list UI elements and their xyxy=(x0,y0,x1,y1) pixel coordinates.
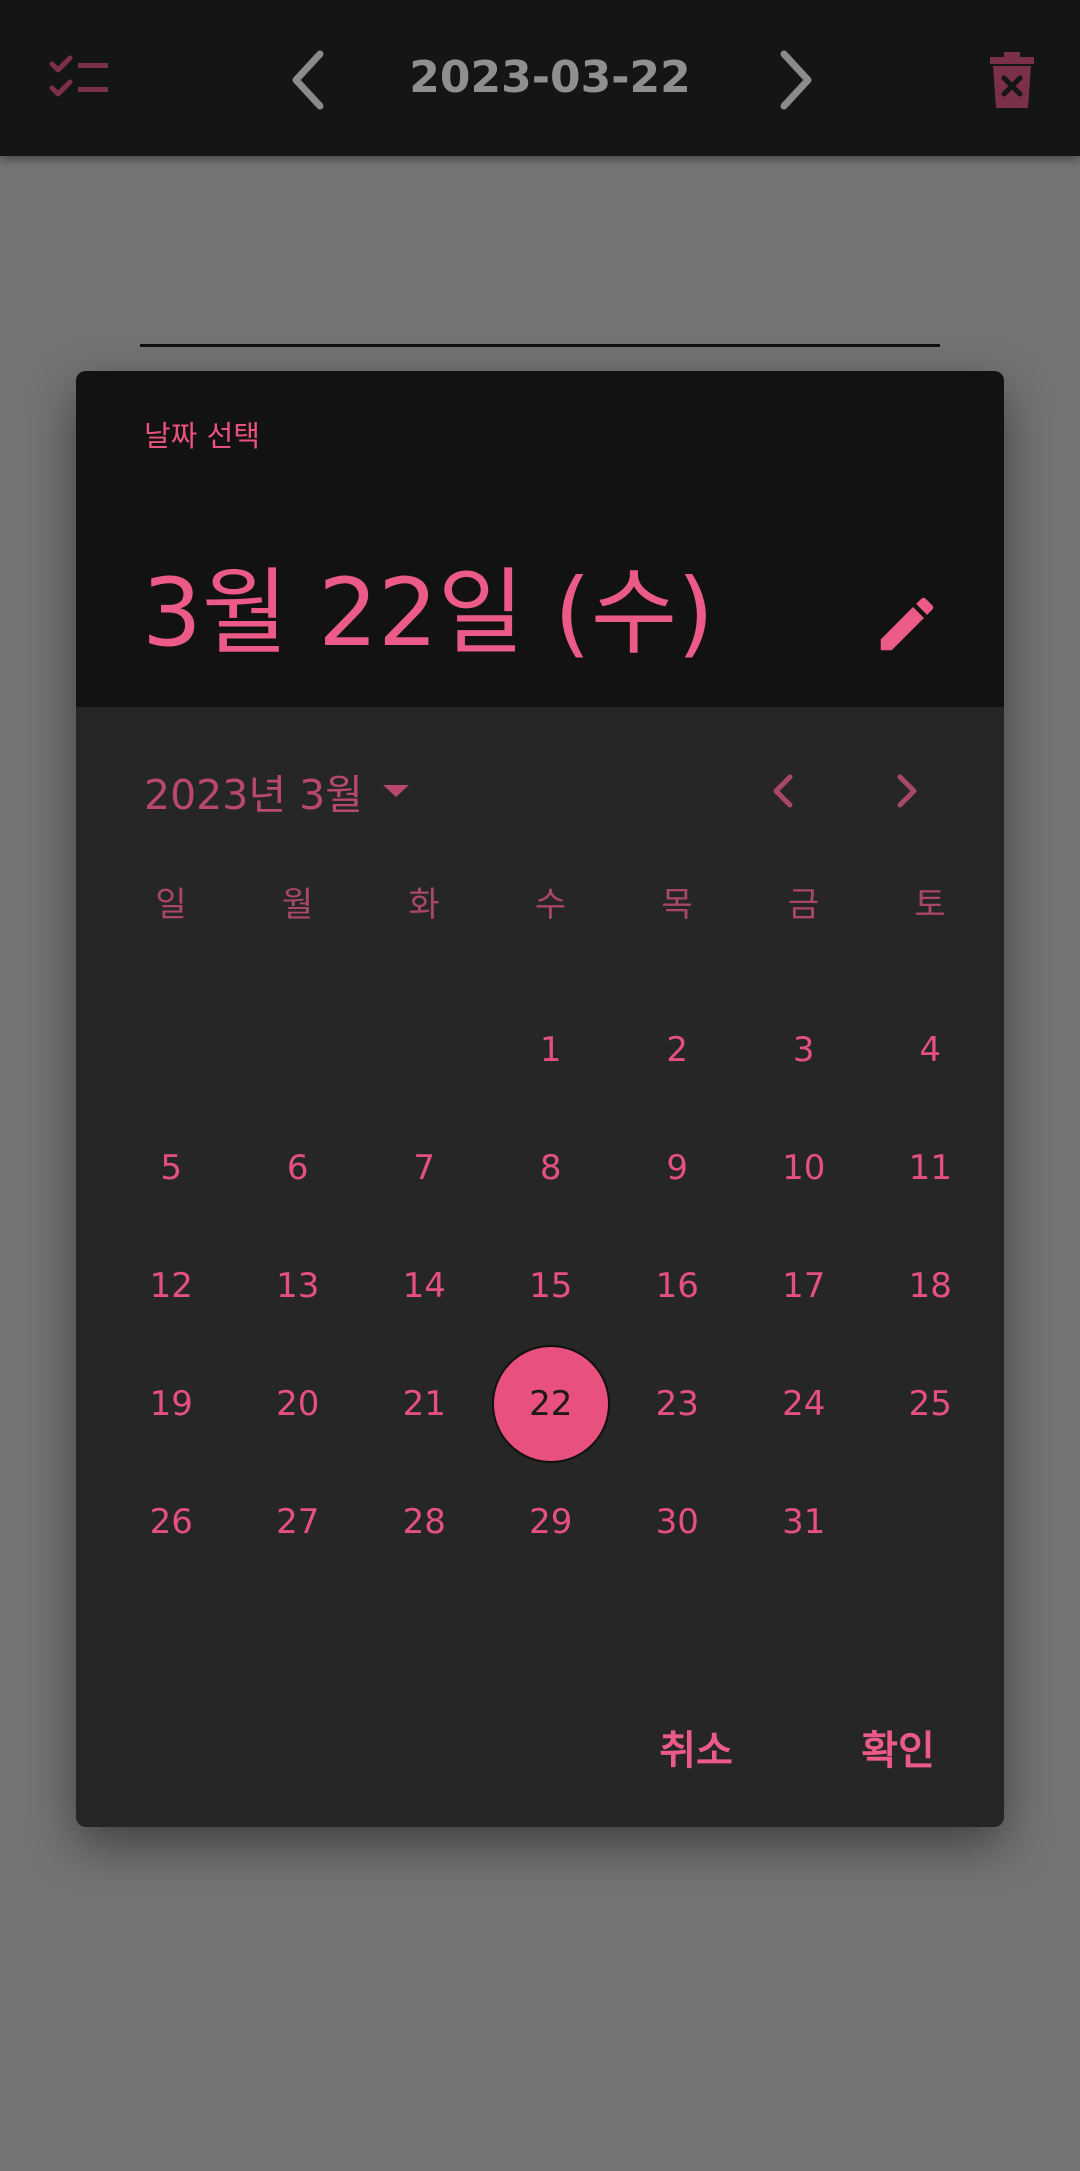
calendar-day[interactable]: 30 xyxy=(618,1463,736,1581)
next-day-button[interactable] xyxy=(756,40,836,120)
dropdown-arrow-icon xyxy=(382,785,409,797)
title-underline xyxy=(140,344,940,347)
calendar-day[interactable]: 23 xyxy=(618,1345,736,1463)
weekday-label: 월 xyxy=(281,885,314,925)
calendar-day[interactable]: 8 xyxy=(492,1109,610,1227)
calendar-day[interactable]: 20 xyxy=(239,1345,357,1463)
calendar-day[interactable]: 26 xyxy=(112,1463,230,1581)
pencil-icon xyxy=(880,597,934,651)
dialog-header: 날짜 선택 3월 22일 (수) xyxy=(76,371,1004,707)
previous-day-button[interactable] xyxy=(268,40,348,120)
previous-month-button[interactable] xyxy=(754,761,814,821)
dialog-actions: 취소 확인 xyxy=(76,1711,1004,1791)
weekday-label: 화 xyxy=(408,885,440,925)
calendar-day[interactable]: 7 xyxy=(365,1109,483,1227)
calendar-day[interactable]: 5 xyxy=(112,1109,230,1227)
month-year-selector[interactable]: 2023년 3월 xyxy=(144,759,411,823)
calendar-day[interactable]: 21 xyxy=(365,1345,483,1463)
month-year-label: 2023년 3월 xyxy=(144,771,363,819)
calendar-day[interactable]: 24 xyxy=(745,1345,863,1463)
trash-icon xyxy=(990,52,1034,108)
calendar-day[interactable]: 27 xyxy=(239,1463,357,1581)
calendar-day[interactable]: 29 xyxy=(492,1463,610,1581)
calendar-day[interactable]: 9 xyxy=(618,1109,736,1227)
weekday-label: 수 xyxy=(534,885,567,925)
calendar-day[interactable]: 1 xyxy=(492,991,610,1109)
calendar-day[interactable]: 31 xyxy=(745,1463,863,1581)
chevron-right-icon xyxy=(780,50,812,110)
chevron-left-icon xyxy=(773,774,793,808)
dialog-label: 날짜 선택 xyxy=(144,419,260,453)
checklist-icon[interactable] xyxy=(40,46,120,110)
cancel-button[interactable]: 취소 xyxy=(616,1711,776,1791)
chevron-right-icon xyxy=(897,774,917,808)
calendar-day[interactable]: 14 xyxy=(365,1227,483,1345)
calendar-day[interactable]: 10 xyxy=(745,1109,863,1227)
calendar-day[interactable]: 25 xyxy=(871,1345,989,1463)
calendar-day[interactable]: 13 xyxy=(239,1227,357,1345)
month-navigation: 2023년 3월 xyxy=(76,751,1004,831)
weekday-label: 토 xyxy=(914,885,946,925)
confirm-button[interactable]: 확인 xyxy=(818,1711,978,1791)
edit-input-mode-button[interactable] xyxy=(872,589,942,659)
weekday-label: 목 xyxy=(661,885,693,925)
calendar-day[interactable]: 6 xyxy=(239,1109,357,1227)
calendar-day-selected[interactable]: 22 xyxy=(491,1345,610,1463)
calendar-day[interactable]: 2 xyxy=(618,991,736,1109)
next-month-button[interactable] xyxy=(876,761,936,821)
calendar-day[interactable]: 19 xyxy=(112,1345,230,1463)
selected-date-display: 3월 22일 (수) xyxy=(142,559,714,668)
app-bar: 2023-03-22 xyxy=(0,0,1080,156)
calendar-day[interactable]: 15 xyxy=(492,1227,610,1345)
delete-button[interactable] xyxy=(972,40,1052,120)
calendar-day[interactable]: 12 xyxy=(112,1227,230,1345)
calendar-day[interactable]: 18 xyxy=(871,1227,989,1345)
weekday-label: 금 xyxy=(787,885,820,925)
current-date-title[interactable]: 2023-03-22 xyxy=(380,48,720,108)
calendar-day-grid: 1 2 3 4 5 6 7 8 9 10 11 12 13 14 15 16 17 18 19 20 21 22 23 24 2… xyxy=(108,991,988,1591)
calendar-day[interactable]: 11 xyxy=(871,1109,989,1227)
chevron-left-icon xyxy=(292,50,324,110)
weekday-label: 일 xyxy=(155,885,187,925)
calendar-day[interactable]: 16 xyxy=(618,1227,736,1345)
date-picker-dialog: 날짜 선택 3월 22일 (수) 2023년 3월 일월화수목금토 123456… xyxy=(76,371,1004,1827)
calendar-day[interactable]: 17 xyxy=(745,1227,863,1345)
calendar-day[interactable]: 3 xyxy=(745,991,863,1109)
calendar-day[interactable]: 4 xyxy=(871,991,989,1109)
weekday-header-row: 일월화수목금토 xyxy=(108,875,988,935)
calendar-day[interactable]: 28 xyxy=(365,1463,483,1581)
